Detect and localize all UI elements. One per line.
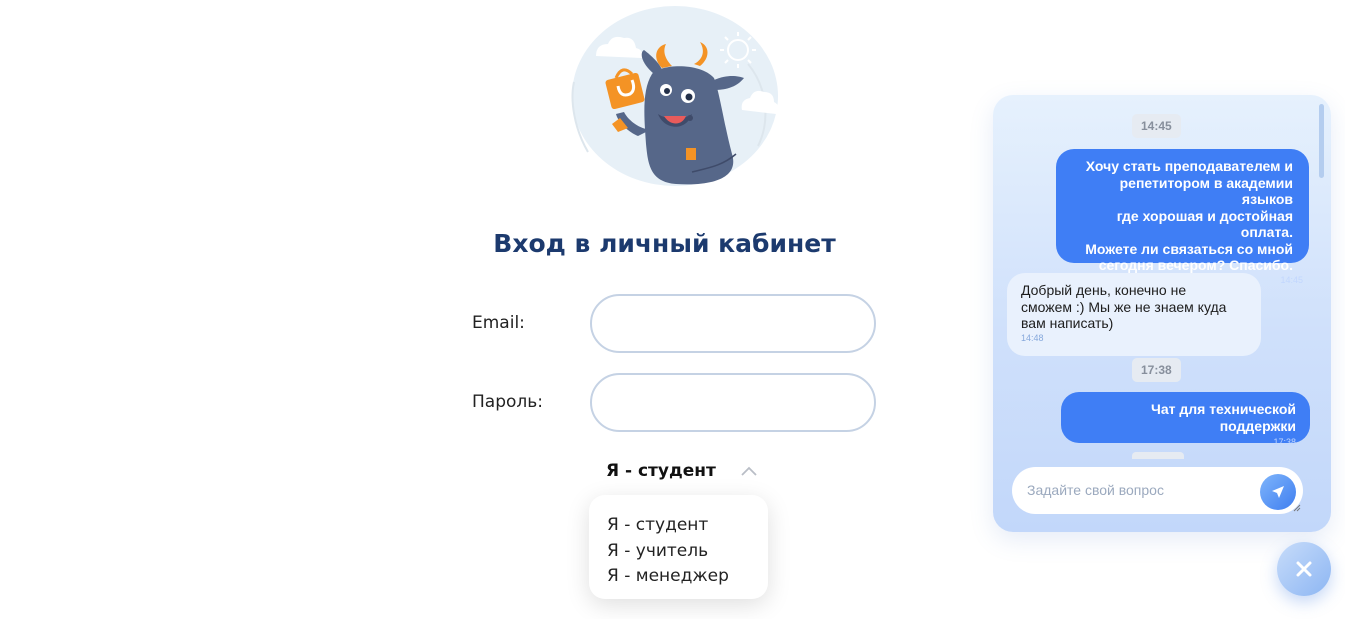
message-time: 14:48 xyxy=(1021,332,1044,343)
message-line: Можете ли связаться со мной xyxy=(1085,240,1293,257)
role-select-value: Я - студент xyxy=(606,461,716,481)
message-line: Чат для технической поддержки xyxy=(1150,401,1296,434)
message-line: Добрый день, конечно не xyxy=(1021,282,1187,298)
chat-input[interactable]: Задайте свой вопрос xyxy=(1012,467,1303,514)
message-line: сегодня вечером? Спасибо. xyxy=(1098,257,1293,273)
send-button[interactable] xyxy=(1260,474,1296,510)
message-time: 17:38 xyxy=(1273,437,1296,447)
password-field[interactable] xyxy=(590,373,876,432)
password-label: Пароль: xyxy=(472,392,544,412)
message-line: Хочу стать преподавателем и xyxy=(1085,158,1293,174)
mascot-illustration xyxy=(571,6,779,186)
role-option-manager[interactable]: Я - менеджер xyxy=(607,564,768,590)
role-option-student[interactable]: Я - студент xyxy=(607,513,768,539)
chevron-up-icon xyxy=(741,466,757,476)
email-label: Email: xyxy=(472,313,525,333)
close-icon xyxy=(1296,561,1312,577)
message-line: репетитором в академии языков xyxy=(1119,174,1293,208)
chat-messages[interactable]: 14:45 Хочу стать преподавателем и репети… xyxy=(993,95,1331,459)
chat-scrollbar[interactable] xyxy=(1319,104,1324,178)
message-line: где хорошая и достойная оплата. xyxy=(1116,207,1293,241)
resize-grip-icon[interactable] xyxy=(1293,504,1301,512)
time-separator: 17:38 xyxy=(1132,358,1181,382)
role-option-teacher[interactable]: Я - учитель xyxy=(607,539,768,565)
message-outgoing: Хочу стать преподавателем и репетитором … xyxy=(1056,149,1309,285)
role-dropdown: Я - студент Я - учитель Я - менеджер xyxy=(589,495,768,599)
message-incoming: Добрый день, конечно не сможем :) Мы же … xyxy=(1007,273,1261,356)
email-field[interactable] xyxy=(590,294,876,353)
message-outgoing: Чат для технической поддержки 17:38 xyxy=(1061,392,1310,447)
message-line: вам написать) xyxy=(1021,315,1114,331)
time-separator-partial xyxy=(1132,452,1184,459)
send-icon xyxy=(1272,486,1284,498)
chat-input-placeholder: Задайте свой вопрос xyxy=(1027,482,1164,498)
time-separator: 14:45 xyxy=(1132,114,1181,138)
message-line: сможем :) Мы же не знаем куда xyxy=(1021,298,1227,315)
close-chat-button[interactable] xyxy=(1277,542,1331,596)
role-select[interactable]: Я - студент xyxy=(606,461,758,481)
